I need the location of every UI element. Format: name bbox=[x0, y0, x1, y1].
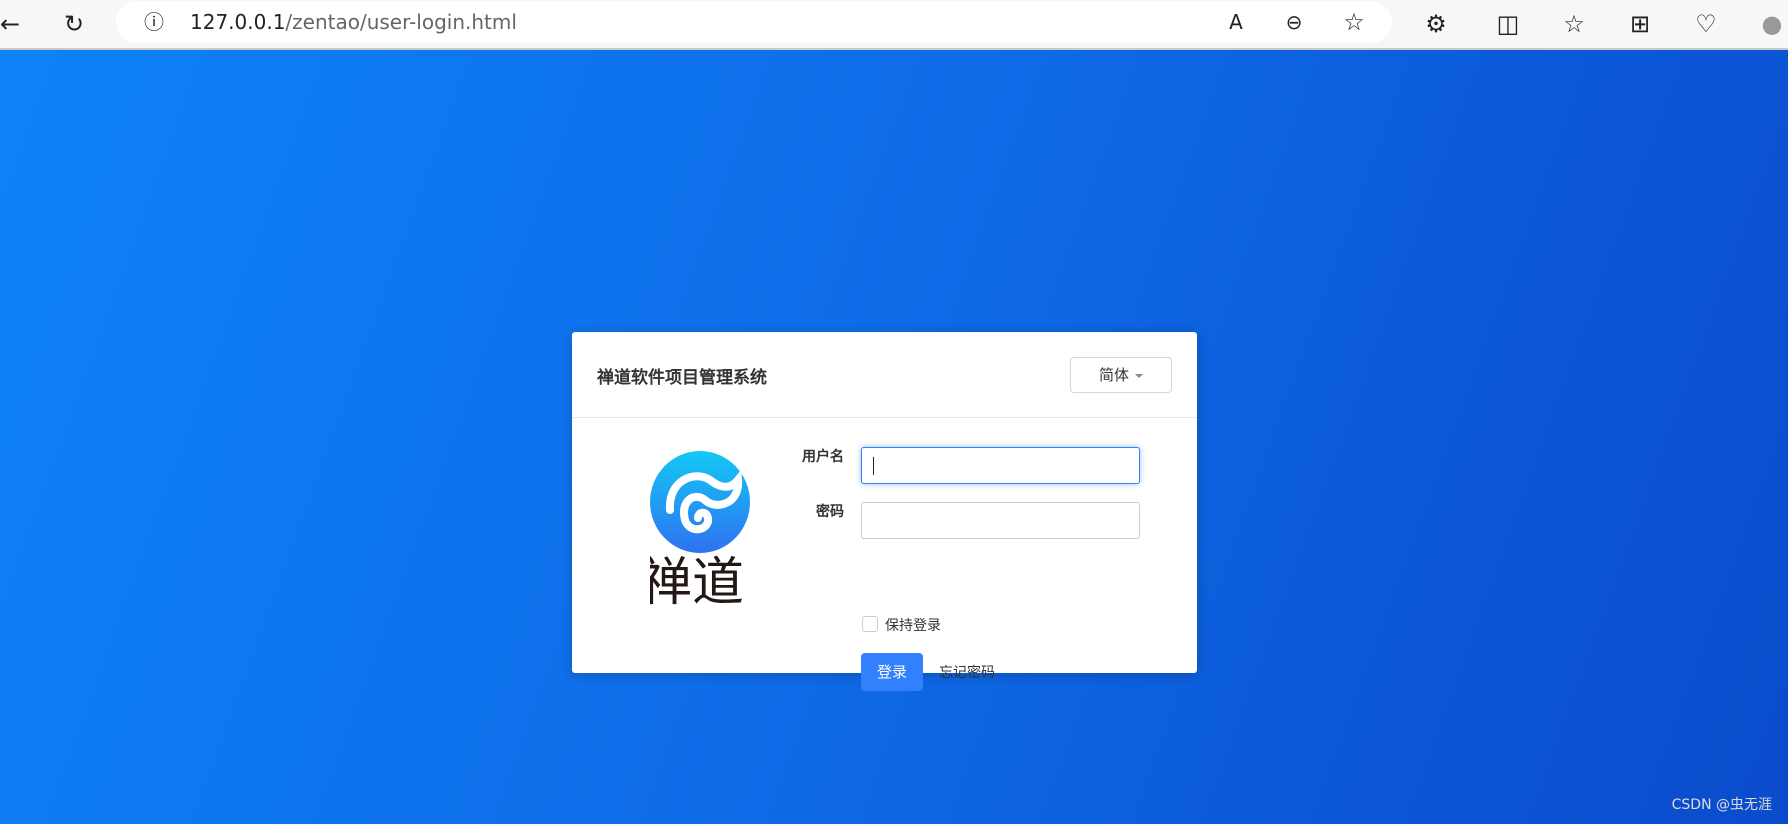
back-icon[interactable]: ← bbox=[0, 8, 26, 40]
keep-login-checkbox[interactable] bbox=[862, 616, 878, 632]
caret-down-icon bbox=[1135, 373, 1143, 378]
extensions-icon[interactable]: ⚙ bbox=[1420, 8, 1452, 40]
language-dropdown[interactable]: 简体 bbox=[1070, 357, 1172, 393]
password-input[interactable] bbox=[861, 502, 1140, 539]
zentao-logo: 禅道 bbox=[640, 450, 800, 614]
panel-header: 禅道软件项目管理系统 简体 bbox=[572, 332, 1197, 418]
read-aloud-icon[interactable]: A bbox=[1220, 6, 1252, 38]
browser-health-icon[interactable]: ♡ bbox=[1690, 8, 1722, 40]
username-input[interactable] bbox=[861, 447, 1140, 484]
system-title: 禅道软件项目管理系统 bbox=[597, 368, 767, 388]
favorite-icon[interactable]: ☆ bbox=[1338, 6, 1370, 38]
login-button[interactable]: 登录 bbox=[861, 653, 923, 691]
favorites-list-icon[interactable]: ☆ bbox=[1558, 8, 1590, 40]
text-cursor bbox=[873, 457, 874, 475]
forgot-password-link[interactable]: 忘记密码 bbox=[939, 662, 995, 682]
browser-toolbar: ← ↻ ⓘ 127.0.0.1/zentao/user-login.html A… bbox=[0, 0, 1788, 50]
watermark: CSDN @虫无涯 bbox=[1671, 797, 1772, 813]
url-host: 127.0.0.1 bbox=[190, 10, 286, 34]
keep-login-label[interactable]: 保持登录 bbox=[885, 615, 941, 635]
password-label: 密码 bbox=[816, 504, 844, 520]
login-panel: 禅道软件项目管理系统 简体 禅道 用户名 密码 保持登录 登录 忘记密码 bbox=[572, 332, 1197, 691]
url-path: /zentao/user-login.html bbox=[285, 10, 517, 34]
logo-text: 禅道 bbox=[650, 553, 744, 610]
info-icon[interactable]: ⓘ bbox=[138, 6, 170, 38]
zoom-out-icon[interactable]: ⊖ bbox=[1278, 6, 1310, 38]
language-label: 简体 bbox=[1098, 366, 1129, 384]
login-page: 禅道软件项目管理系统 简体 禅道 用户名 密码 保持登录 登录 忘记密码 CSD… bbox=[0, 50, 1788, 824]
address-bar[interactable]: ⓘ 127.0.0.1/zentao/user-login.html A ⊖ ☆ bbox=[116, 1, 1392, 43]
username-label: 用户名 bbox=[802, 449, 844, 465]
refresh-icon[interactable]: ↻ bbox=[58, 8, 90, 40]
split-screen-icon[interactable]: ◫ bbox=[1492, 8, 1524, 40]
profile-avatar[interactable]: ● bbox=[1756, 8, 1788, 40]
collections-icon[interactable]: ⊞ bbox=[1624, 8, 1656, 40]
